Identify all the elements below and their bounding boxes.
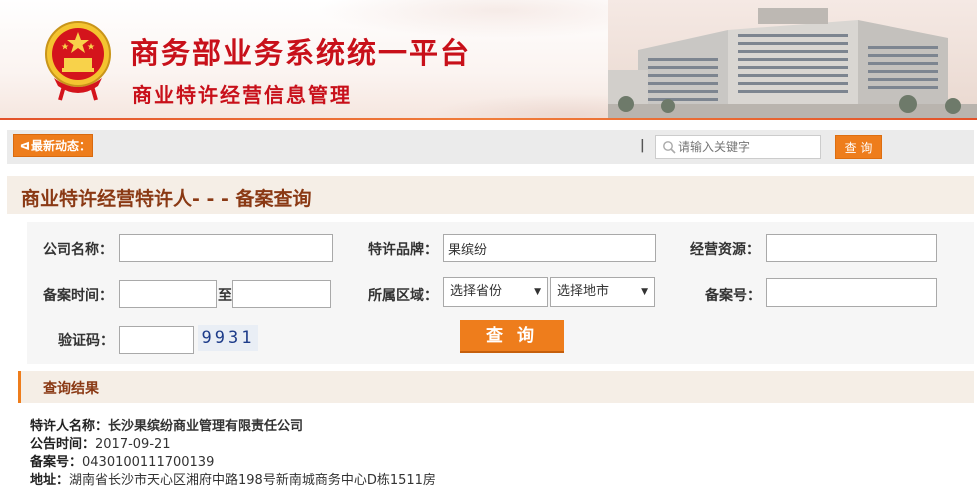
region-label: 所属区域： (368, 288, 438, 304)
franchisor-name-row: 特许人名称：长沙果缤纷商业管理有限责任公司 (30, 418, 436, 436)
latest-news-label: 最新动态： (30, 139, 91, 153)
announce-date-row: 公告时间：2017-09-21 (30, 436, 436, 454)
record-date-label: 备案时间： (43, 288, 113, 304)
company-name-label: 公司名称： (43, 242, 113, 258)
address-value: 湖南省长沙市天心区湘府中路198号新南城商务中心D栋1511房 (69, 473, 436, 488)
captcha-image[interactable]: 9931 (198, 325, 258, 351)
system-title: 商务部业务系统统一平台 (130, 36, 472, 70)
franchisor-name-value[interactable]: 长沙果缤纷商业管理有限责任公司 (108, 419, 303, 434)
keyword-search-button[interactable]: 查 询 (835, 135, 882, 159)
record-date-to-input[interactable] (232, 280, 331, 308)
record-number-label: 备案号： (705, 288, 761, 304)
results-header: 查询结果 (18, 371, 974, 403)
record-date-from-input[interactable] (119, 280, 217, 308)
ministry-building-image (608, 0, 977, 120)
business-resource-label: 经营资源： (690, 242, 760, 258)
speaker-icon: ᐊ (20, 140, 30, 153)
page-title: 商业特许经营特许人- - - 备案查询 (21, 188, 312, 210)
record-number-key: 备案号： (30, 455, 83, 470)
record-number-value: 0430100111700139 (82, 455, 215, 470)
record-number-row: 备案号：0430100111700139 (30, 454, 436, 472)
franchisor-name-key: 特许人名称： (30, 419, 109, 434)
chevron-down-icon: ▼ (641, 287, 648, 297)
site-header: 商务部业务系统统一平台 商业特许经营信息管理 (0, 0, 977, 120)
header-divider (0, 118, 977, 120)
news-bar: ᐊ最新动态： | 查 询 (7, 130, 974, 164)
city-select-value: 选择地市 (557, 284, 610, 299)
announce-date-key: 公告时间： (30, 437, 96, 452)
query-submit-button[interactable]: 查 询 (460, 320, 564, 353)
address-row: 地址：湖南省长沙市天心区湘府中路198号新南城商务中心D栋1511房 (30, 472, 436, 490)
company-name-input[interactable] (119, 234, 333, 262)
results-heading: 查询结果 (43, 381, 99, 397)
record-number-input[interactable] (766, 278, 937, 307)
keyword-search-box[interactable] (655, 135, 821, 159)
page-title-bar: 商业特许经营特许人- - - 备案查询 (7, 176, 974, 214)
province-select[interactable]: 选择省份 ▼ (443, 277, 548, 307)
search-icon (663, 141, 676, 154)
captcha-input[interactable] (119, 326, 194, 354)
brand-label: 特许品牌： (368, 242, 438, 258)
announce-date-value: 2017-09-21 (95, 437, 171, 452)
captcha-label: 验证码： (58, 333, 114, 349)
chevron-down-icon: ▼ (534, 287, 541, 297)
result-item: 特许人名称：长沙果缤纷商业管理有限责任公司 公告时间：2017-09-21 备案… (30, 418, 436, 490)
news-separator: | (640, 138, 645, 153)
latest-news-tag[interactable]: ᐊ最新动态： (13, 134, 93, 157)
province-select-value: 选择省份 (450, 284, 503, 299)
national-emblem-icon (45, 21, 111, 101)
date-range-separator: 至 (218, 288, 232, 304)
city-select[interactable]: 选择地市 ▼ (550, 277, 655, 307)
keyword-search-input[interactable] (678, 137, 816, 157)
brand-input[interactable] (443, 234, 656, 262)
system-subtitle: 商业特许经营信息管理 (132, 83, 352, 107)
address-key: 地址： (30, 473, 70, 488)
business-resource-input[interactable] (766, 234, 937, 262)
